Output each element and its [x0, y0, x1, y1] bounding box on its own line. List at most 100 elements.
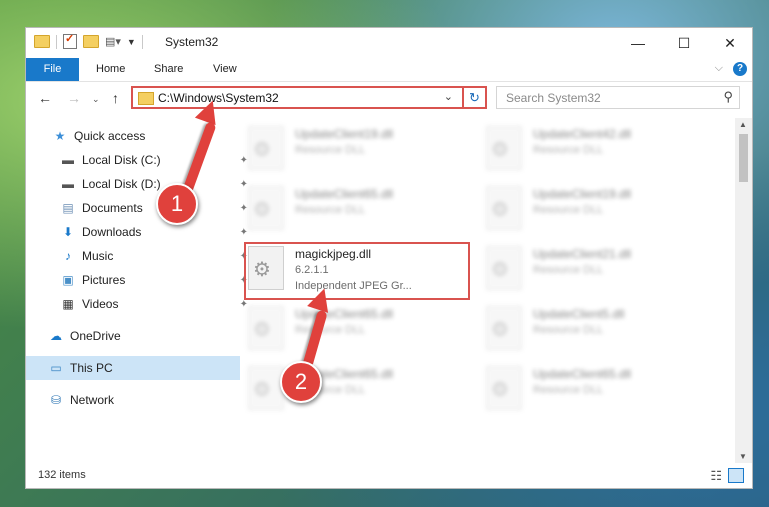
highlight-box	[244, 242, 470, 300]
file-name: UpdateClient65.dll	[533, 367, 632, 381]
sidebar-item-downloads[interactable]: ⬇ Downloads ✦	[26, 220, 252, 244]
file-name: UpdateClient21.dll	[533, 247, 632, 261]
folder-icon	[34, 35, 50, 48]
minimize-button[interactable]: —	[615, 28, 661, 58]
sidebar-item-music[interactable]: ♪ Music ✦	[26, 244, 252, 268]
new-folder-icon[interactable]	[83, 35, 99, 48]
dll-file-icon	[248, 366, 284, 410]
dll-file-icon	[248, 126, 284, 170]
chevron-down-icon[interactable]: ▼	[127, 37, 136, 47]
file-name: UpdateClient42.dll	[533, 127, 632, 141]
vertical-scrollbar[interactable]: ▲ ▼	[735, 118, 752, 463]
music-icon: ♪	[65, 249, 71, 263]
step-badge-2: 2	[280, 361, 322, 403]
sidebar-item-network[interactable]: ⛁ Network	[26, 388, 240, 412]
file-description: Resource DLL	[295, 324, 366, 336]
file-tile[interactable]: UpdateClient65.dll Resource DLL	[246, 362, 471, 420]
disk-icon: ▬	[62, 177, 74, 191]
sidebar-item-label: Downloads	[82, 225, 142, 239]
tab-home[interactable]: Home	[96, 58, 125, 81]
downloads-icon: ⬇	[62, 225, 74, 239]
file-description: Resource DLL	[295, 204, 366, 216]
toolbar-divider	[56, 34, 57, 49]
file-description: Resource DLL	[533, 264, 604, 276]
file-tile[interactable]: UpdateClient21.dll Resource DLL	[484, 242, 709, 300]
computer-icon: ▭	[50, 361, 62, 375]
scrollbar-thumb[interactable]	[739, 134, 748, 182]
file-tile[interactable]: UpdateClient65.dll Resource DLL	[484, 362, 709, 420]
scroll-up-icon[interactable]: ▲	[739, 120, 747, 129]
sidebar-item-pictures[interactable]: ▣ Pictures ✦	[26, 268, 252, 292]
file-description: Resource DLL	[295, 144, 366, 156]
sidebar-item-label: Quick access	[74, 129, 146, 143]
cloud-icon: ☁	[50, 329, 62, 343]
recent-locations-icon[interactable]: ⌄	[92, 94, 100, 105]
help-icon[interactable]: ?	[733, 62, 747, 76]
disk-icon: ▬	[62, 153, 74, 167]
file-name: UpdateClient19.dll	[533, 187, 632, 201]
status-bar: 132 items ☷	[26, 464, 752, 488]
file-tile[interactable]: UpdateClient42.dll Resource DLL	[484, 122, 709, 180]
step-badge-1: 1	[156, 183, 198, 225]
dll-file-icon	[486, 246, 522, 290]
dll-file-icon	[486, 366, 522, 410]
sidebar-item-label: Videos	[82, 297, 119, 311]
dll-file-icon	[248, 306, 284, 350]
dll-file-icon	[248, 186, 284, 230]
tab-share[interactable]: Share	[154, 58, 183, 81]
file-description: Resource DLL	[533, 384, 604, 396]
file-name: UpdateClient19.dll	[295, 127, 394, 141]
window-title: System32	[165, 35, 219, 49]
customize-icon[interactable]: ▤▾	[105, 35, 121, 48]
file-explorer-window: ▤▾ ▼ System32 — ☐ ✕ File Home Share View…	[25, 27, 753, 489]
sidebar-item-label: Network	[70, 393, 115, 407]
sidebar-item-this-pc[interactable]: ▭ This PC	[26, 356, 240, 380]
expand-ribbon-icon[interactable]: ⌵	[715, 62, 723, 75]
pictures-icon: ▣	[62, 273, 74, 287]
file-name: UpdateClient65.dll	[295, 187, 394, 201]
maximize-button[interactable]: ☐	[661, 28, 707, 58]
sidebar-item-videos[interactable]: ▦ Videos ✦	[26, 292, 252, 316]
file-tile[interactable]: UpdateClient65.dll Resource DLL	[246, 302, 471, 360]
tab-view[interactable]: View	[213, 58, 237, 81]
item-count: 132 items	[38, 469, 86, 481]
file-tile[interactable]: UpdateClient65.dll Resource DLL	[246, 182, 471, 240]
search-input[interactable]: Search System32 ⚲	[496, 86, 740, 109]
sidebar-item-documents[interactable]: ▤ Documents ✦	[26, 196, 252, 220]
file-name: UpdateClient65.dll	[295, 307, 394, 321]
videos-icon: ▦	[62, 297, 74, 311]
scroll-down-icon[interactable]: ▼	[739, 452, 747, 461]
address-bar[interactable]: C:\Windows\System32 ⌄	[131, 86, 487, 109]
close-button[interactable]: ✕	[707, 28, 753, 58]
file-description: Resource DLL	[533, 144, 604, 156]
sidebar-item-local-disk-c[interactable]: ▬ Local Disk (C:) ✦	[26, 148, 252, 172]
details-view-icon[interactable]: ☷	[710, 468, 722, 484]
file-description: Resource DLL	[533, 324, 604, 336]
tiles-view-icon[interactable]	[728, 468, 744, 483]
up-arrow-icon[interactable]: ↑	[112, 90, 119, 106]
folder-icon	[138, 92, 154, 105]
toolbar-divider	[141, 34, 143, 49]
forward-arrow-icon[interactable]: →	[67, 90, 81, 106]
quick-access-toolbar: ▤▾ ▼	[34, 32, 143, 49]
refresh-button[interactable]: ↻	[462, 86, 487, 109]
navigation-bar: ← → ⌄ ↑ C:\Windows\System32 ⌄ ↻ Search S…	[26, 82, 752, 116]
file-name: UpdateClient5.dll	[533, 307, 625, 321]
title-bar: ▤▾ ▼ System32 — ☐ ✕	[26, 28, 752, 58]
search-icon[interactable]: ⚲	[723, 89, 733, 105]
address-dropdown-icon[interactable]: ⌄	[444, 90, 453, 103]
dll-file-icon	[486, 306, 522, 350]
sidebar-item-label: OneDrive	[70, 329, 121, 343]
file-tile[interactable]: UpdateClient19.dll Resource DLL	[246, 122, 471, 180]
dll-file-icon	[486, 186, 522, 230]
sidebar-item-onedrive[interactable]: ☁ OneDrive	[26, 324, 240, 348]
sidebar-item-label: Local Disk (C:)	[82, 153, 161, 167]
star-icon: ★	[54, 129, 66, 143]
properties-icon[interactable]	[63, 32, 77, 49]
file-description: Resource DLL	[533, 204, 604, 216]
back-arrow-icon[interactable]: ←	[38, 90, 52, 106]
sidebar-item-local-disk-d[interactable]: ▬ Local Disk (D:) ✦	[26, 172, 252, 196]
file-tile[interactable]: UpdateClient5.dll Resource DLL	[484, 302, 709, 360]
file-tile[interactable]: UpdateClient19.dll Resource DLL	[484, 182, 709, 240]
tab-file[interactable]: File	[26, 58, 79, 81]
